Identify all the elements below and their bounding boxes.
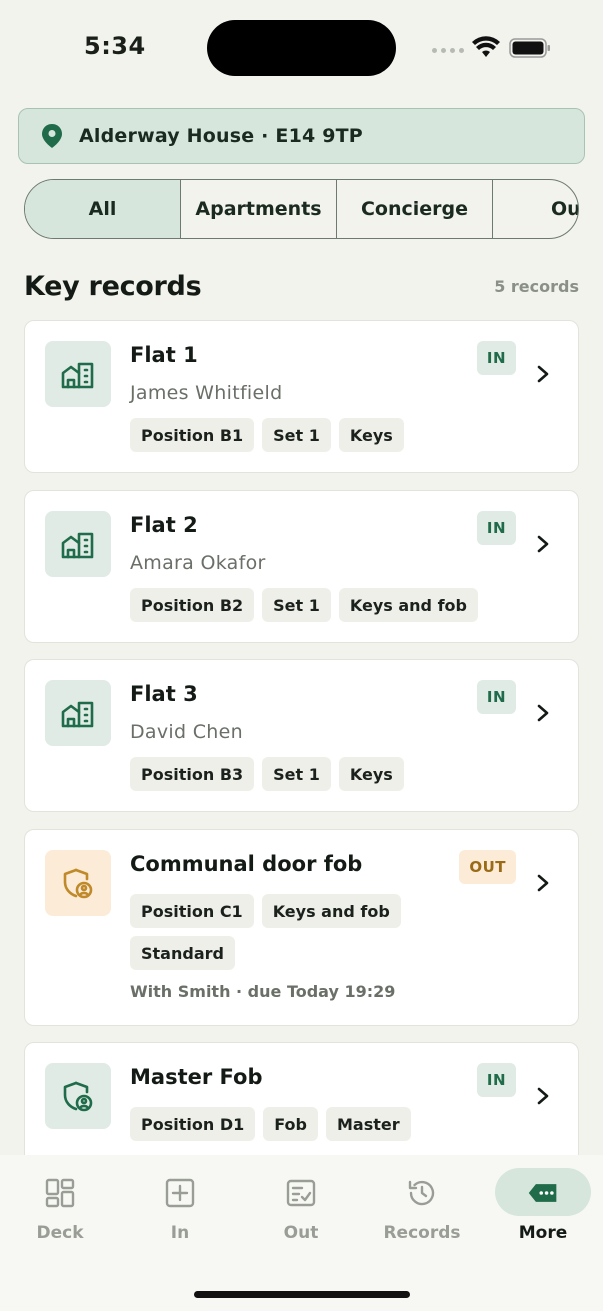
record-card[interactable]: Communal door fob OUT Position C1 Keys a… — [24, 829, 579, 1026]
record-tags: Position D1 Fob Master — [130, 1107, 530, 1141]
chevron-right-icon — [537, 874, 549, 892]
home-indicator[interactable] — [194, 1291, 410, 1298]
tag-type: Fob — [263, 1107, 318, 1141]
tag-type: Keys — [338, 757, 404, 791]
record-holder: Amara Okafor — [130, 552, 266, 574]
more-tag-icon — [528, 1184, 557, 1202]
filter-tabs: All Apartments Concierge Ou — [24, 179, 579, 239]
status-badge: OUT — [459, 850, 516, 884]
tag-position: Position B1 — [130, 418, 255, 452]
record-tags: Position B1 Set 1 Keys — [130, 418, 530, 452]
tag-set: Set 1 — [262, 418, 331, 452]
building-icon — [45, 680, 111, 746]
nav-deck[interactable]: Deck — [12, 1169, 108, 1259]
battery-icon — [509, 38, 550, 58]
status-time: 5:34 — [84, 32, 146, 60]
chevron-right-icon — [537, 365, 549, 383]
record-holder: James Whitfield — [130, 382, 283, 404]
nav-in[interactable]: In — [132, 1169, 228, 1259]
status-badge: IN — [476, 680, 516, 714]
bottom-nav: Deck In Out Records More — [0, 1155, 603, 1311]
record-card[interactable]: Flat 2 Amara Okafor IN Position B2 Set 1… — [24, 490, 579, 643]
record-tags: Position B2 Set 1 Keys and fob — [130, 588, 530, 622]
record-tags: Position B3 Set 1 Keys — [130, 757, 530, 791]
record-title: Communal door fob — [130, 852, 363, 876]
chevron-right-icon — [537, 535, 549, 553]
dynamic-island — [207, 20, 396, 76]
grid-icon — [45, 1178, 75, 1208]
nav-label: In — [170, 1223, 190, 1243]
record-card[interactable]: Flat 1 James Whitfield IN Position B1 Se… — [24, 320, 579, 473]
plus-square-icon — [165, 1178, 195, 1208]
nav-more[interactable]: More — [495, 1169, 591, 1259]
tag-set: Set 1 — [262, 757, 331, 791]
chevron-right-icon — [537, 1087, 549, 1105]
checklist-icon — [286, 1179, 316, 1207]
tag-position: Position B3 — [130, 757, 255, 791]
record-title: Flat 3 — [130, 682, 198, 706]
tag-position: Position B2 — [130, 588, 255, 622]
location-label: Alderway House · E14 9TP — [79, 125, 363, 147]
tab-all[interactable]: All — [25, 180, 181, 238]
record-tags: Position C1 Keys and fob Standard — [130, 894, 430, 970]
record-title: Master Fob — [130, 1065, 263, 1089]
shield-user-icon — [45, 1063, 111, 1129]
wifi-icon — [472, 36, 500, 57]
nav-label: More — [518, 1223, 568, 1243]
section-title: Key records — [24, 271, 202, 302]
status-badge: IN — [476, 341, 516, 375]
nav-label: Records — [383, 1223, 461, 1243]
tag-type: Keys and fob — [261, 894, 401, 928]
nav-label: Out — [283, 1223, 319, 1243]
shield-user-icon — [45, 850, 111, 916]
history-icon — [408, 1180, 435, 1206]
record-card[interactable]: Flat 3 David Chen IN Position B3 Set 1 K… — [24, 659, 579, 812]
chevron-right-icon — [537, 704, 549, 722]
location-selector[interactable]: Alderway House · E14 9TP — [18, 108, 585, 164]
tab-concierge[interactable]: Concierge — [337, 180, 493, 238]
status-badge: IN — [476, 1063, 516, 1097]
tag-tier: Standard — [130, 936, 235, 970]
building-icon — [45, 511, 111, 577]
status-badge: IN — [476, 511, 516, 545]
tag-type: Keys and fob — [338, 588, 478, 622]
tag-tier: Master — [325, 1107, 411, 1141]
building-icon — [45, 341, 111, 407]
nav-records[interactable]: Records — [374, 1169, 470, 1259]
tag-position: Position C1 — [130, 894, 254, 928]
record-title: Flat 1 — [130, 343, 198, 367]
tag-type: Keys — [338, 418, 404, 452]
record-title: Flat 2 — [130, 513, 198, 537]
cellular-signal-icon — [432, 48, 464, 53]
tab-apartments[interactable]: Apartments — [181, 180, 337, 238]
nav-label: Deck — [36, 1223, 84, 1243]
tab-out[interactable]: Ou — [493, 180, 578, 238]
checkout-note: With Smith · due Today 19:29 — [130, 982, 396, 1001]
tag-set: Set 1 — [262, 588, 331, 622]
record-holder: David Chen — [130, 721, 243, 743]
map-pin-icon — [42, 124, 62, 148]
nav-out[interactable]: Out — [253, 1169, 349, 1259]
status-bar: 5:34 — [0, 0, 603, 96]
record-count: 5 records — [494, 277, 579, 296]
tag-position: Position D1 — [130, 1107, 256, 1141]
